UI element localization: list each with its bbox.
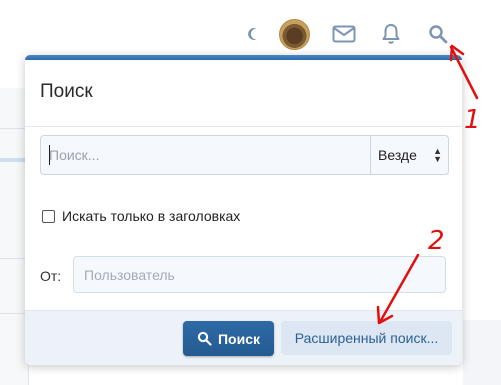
- background-accent-strip: [0, 158, 28, 162]
- member-input[interactable]: [73, 256, 446, 293]
- background-divider: [0, 313, 28, 314]
- search-field-group: Везде ▲▼: [40, 135, 449, 175]
- search-icon: [197, 331, 212, 346]
- text-cursor: [49, 145, 50, 165]
- mail-icon[interactable]: [328, 18, 360, 50]
- background-divider: [0, 258, 28, 259]
- annotation-label-2: 2: [428, 226, 445, 256]
- bell-icon[interactable]: [375, 18, 407, 50]
- titles-only-option[interactable]: Искать только в заголовках: [42, 208, 240, 224]
- popup-title: Поиск: [40, 81, 93, 102]
- header-divider: [25, 126, 462, 127]
- background-panel: [463, 320, 501, 385]
- advanced-search-button[interactable]: Расширенный поиск...: [281, 321, 452, 355]
- select-arrows-icon: ▲ ▼: [433, 146, 442, 164]
- background-divider: [0, 128, 28, 129]
- titles-only-label: Искать только в заголовках: [62, 208, 241, 224]
- popup-accent-bar: [25, 55, 462, 60]
- search-input[interactable]: [41, 136, 370, 174]
- advanced-search-label: Расширенный поиск...: [294, 330, 439, 346]
- popup-footer: Поиск Расширенный поиск...: [25, 310, 462, 365]
- avatar: [278, 18, 310, 50]
- search-popup: Поиск Везде ▲▼ Искать только в заголовка…: [25, 55, 462, 365]
- from-label: От:: [40, 268, 62, 284]
- search-button-label: Поиск: [217, 330, 260, 347]
- titles-only-checkbox[interactable]: [42, 209, 55, 223]
- search-button[interactable]: Поиск: [183, 321, 274, 356]
- scope-select[interactable]: Везде ▲ ▼: [370, 136, 448, 174]
- annotation-label-1: 1: [464, 105, 481, 135]
- search-icon[interactable]: [422, 18, 454, 50]
- user-avatar[interactable]: [278, 18, 310, 50]
- moon-icon[interactable]: [238, 18, 270, 50]
- scope-select-value: Везде: [378, 147, 417, 163]
